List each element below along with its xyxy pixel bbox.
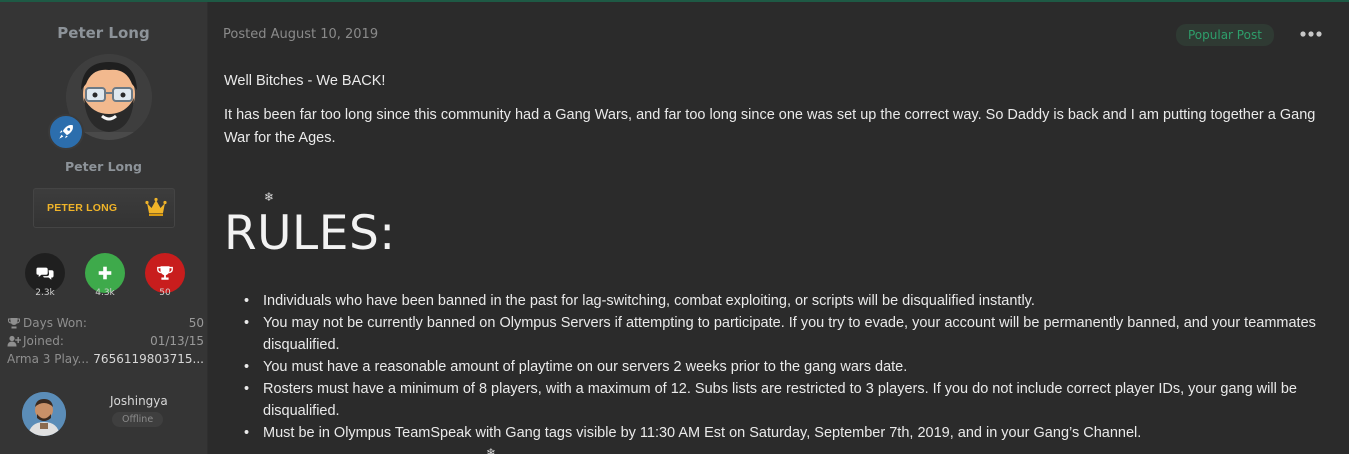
posts-stat-circle xyxy=(25,253,65,293)
joined-label: Joined: xyxy=(23,334,64,348)
trophy-small-icon xyxy=(8,318,20,329)
posts-count: 2.3k xyxy=(35,288,55,298)
post-body: Well Bitches - We BACK! It has been far … xyxy=(224,70,1334,161)
member-group-banner: PETER LONG xyxy=(33,188,175,228)
reputation-count: 4.3k xyxy=(95,288,115,298)
snowflake-icon: ❄ xyxy=(486,446,497,454)
author-sidebar: Peter Long Peter Long PETER LONG 2.3k 4.… xyxy=(0,2,208,454)
arma-id-row: Arma 3 Play... 7656119803715... xyxy=(7,350,204,368)
days-won-label: Days Won: xyxy=(23,316,87,330)
author-display-name: Peter Long xyxy=(64,159,142,174)
viewer-card: Joshingya Offline xyxy=(22,392,168,436)
post-date[interactable]: Posted August 10, 2019 xyxy=(223,27,378,42)
author-info: Days Won: 50 Joined: 01/13/15 Arma 3 Pla… xyxy=(7,314,204,368)
achievements-stat[interactable]: 50 xyxy=(145,253,185,298)
more-options-icon[interactable] xyxy=(1300,26,1322,42)
author-name-link[interactable]: Peter Long xyxy=(0,24,207,42)
rule-item: You must have a reasonable amount of pla… xyxy=(244,356,1338,378)
posts-stat[interactable]: 2.3k xyxy=(25,253,65,298)
days-won-label-wrap: Days Won: xyxy=(7,314,87,332)
achievements-stat-circle xyxy=(145,253,185,293)
rule-item: Rosters must have a minimum of 8 players… xyxy=(244,378,1338,422)
viewer-avatar-illustration xyxy=(22,392,66,436)
crown-icon xyxy=(145,197,167,216)
rule-item: You may not be currently banned on Olymp… xyxy=(244,312,1338,356)
viewer-name[interactable]: Joshingya xyxy=(110,394,168,408)
achievements-count: 50 xyxy=(159,288,171,298)
joined-value: 01/13/15 xyxy=(150,334,204,348)
arma-id-value: 7656119803715... xyxy=(93,352,204,366)
popular-post-badge: Popular Post xyxy=(1176,24,1274,46)
viewer-status-badge: Offline xyxy=(112,412,164,427)
snowflake-icon: ❄ xyxy=(264,190,275,204)
days-won-value: 50 xyxy=(188,316,204,330)
joined-label-wrap: Joined: xyxy=(7,332,64,350)
chat-bubbles-icon xyxy=(36,267,54,280)
joined-row: Joined: 01/13/15 xyxy=(7,332,204,350)
reputation-stat-circle xyxy=(85,253,125,293)
viewer-avatar[interactable] xyxy=(22,392,66,436)
plus-icon xyxy=(98,266,112,280)
user-plus-icon xyxy=(7,335,21,347)
rocket-icon xyxy=(59,125,73,139)
days-won-row: Days Won: 50 xyxy=(7,314,204,332)
rule-item: Must be in Olympus TeamSpeak with Gang t… xyxy=(244,422,1338,444)
arma-label: Arma 3 Play... xyxy=(7,352,89,366)
post-greeting: Well Bitches - We BACK! xyxy=(224,73,386,89)
rule-item: Individuals who have been banned in the … xyxy=(244,290,1338,312)
member-group-label: PETER LONG xyxy=(47,202,118,214)
rules-list: Individuals who have been banned in the … xyxy=(244,290,1338,444)
reputation-stat[interactable]: 4.3k xyxy=(85,253,125,298)
rules-heading: RULES: xyxy=(224,206,396,261)
post-intro: It has been far too long since this comm… xyxy=(224,107,1316,146)
trophy-icon xyxy=(157,266,173,280)
rank-rocket-badge[interactable] xyxy=(48,114,84,150)
